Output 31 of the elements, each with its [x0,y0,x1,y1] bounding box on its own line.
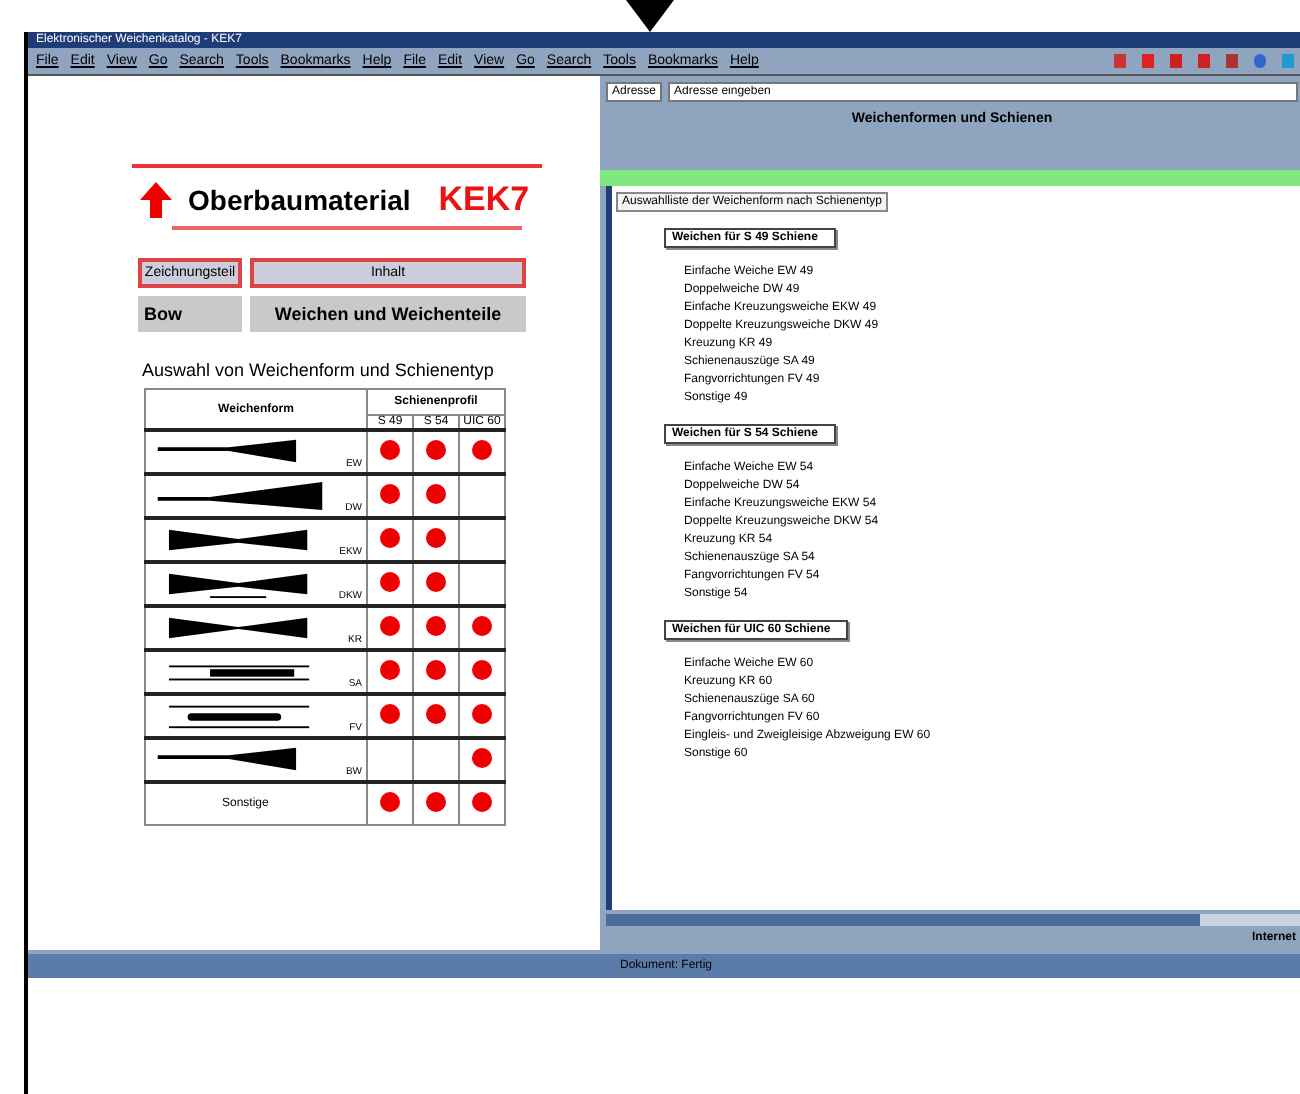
page-title: Oberbaumaterial [188,184,411,216]
availability-dot[interactable] [380,440,400,460]
availability-dot[interactable] [472,704,492,724]
table-heading: Auswahl von Weichenform und Schienentyp [142,360,496,380]
availability-dot[interactable] [380,792,400,812]
horizontal-scrollbar[interactable] [606,914,1300,926]
section-title: Weichen und Weichenteile [250,296,526,332]
availability-dot[interactable] [380,528,400,548]
availability-dot[interactable] [380,704,400,724]
availability-dot[interactable] [426,616,446,636]
availability-dot[interactable] [472,660,492,680]
availability-dot[interactable] [380,484,400,504]
availability-dot[interactable] [426,660,446,680]
pointer-arrow-icon [626,0,674,32]
section-label: Bow [138,296,242,332]
availability-dot[interactable] [472,616,492,636]
turnout-drawing[interactable] [154,480,326,512]
availability-dot[interactable] [472,748,492,768]
availability-dot[interactable] [426,704,446,724]
availability-dot[interactable] [380,616,400,636]
availability-dot[interactable] [426,440,446,460]
availability-dot[interactable] [426,792,446,812]
availability-dot[interactable] [426,572,446,592]
availability-dot[interactable] [426,484,446,504]
availability-dot[interactable] [472,792,492,812]
availability-dot[interactable] [472,440,492,460]
up-arrow-icon [140,182,172,218]
availability-dot[interactable] [426,528,446,548]
availability-dot[interactable] [380,660,400,680]
catalog-code: KEK7 [438,180,530,220]
availability-dot[interactable] [380,572,400,592]
